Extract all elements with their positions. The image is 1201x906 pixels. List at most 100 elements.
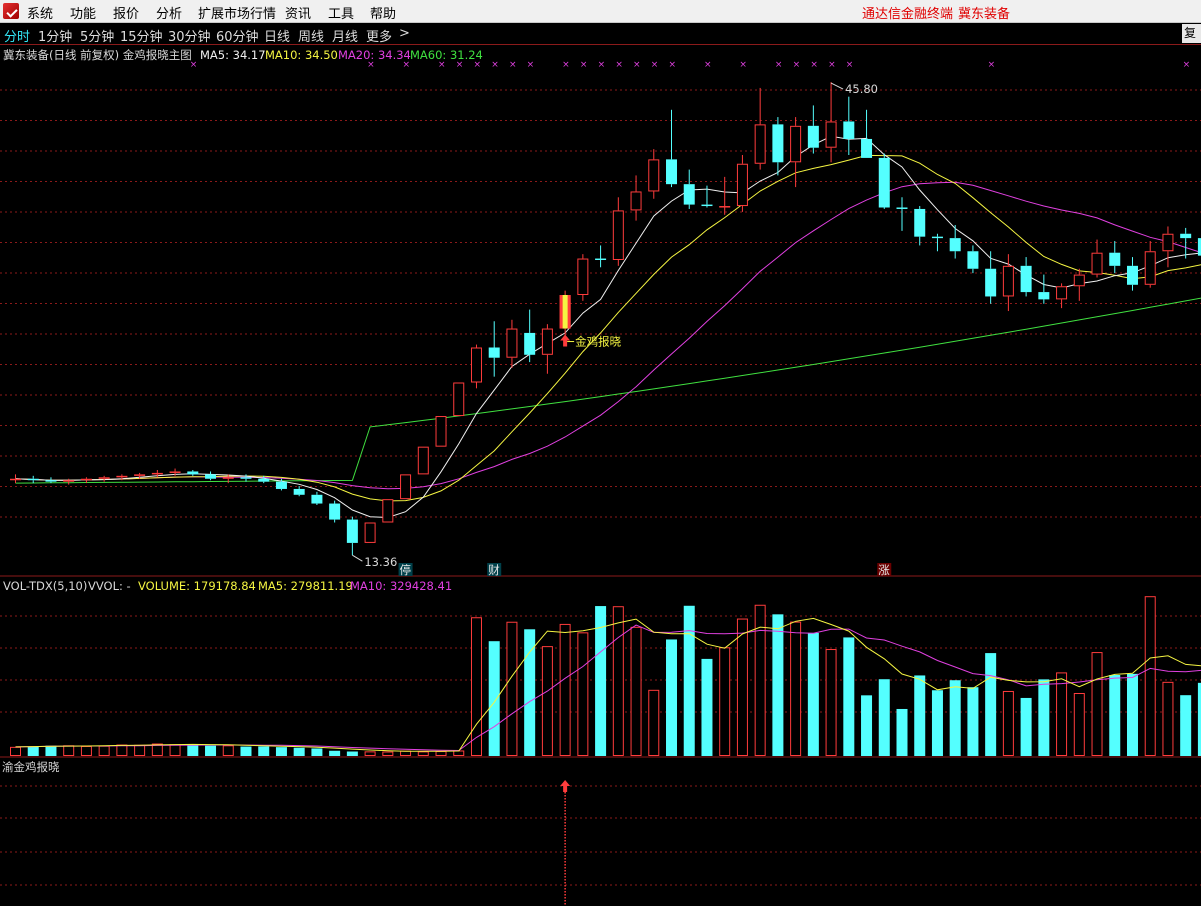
candlestick [417, 446, 429, 475]
volume-bar [488, 641, 500, 756]
period-tab-intraday[interactable]: 分时 [4, 26, 30, 45]
candle-body [116, 475, 128, 478]
candlestick [914, 206, 926, 246]
candle-body [843, 121, 855, 139]
candle-body [914, 208, 926, 237]
main-legend: 冀东装备(日线 前复权) 金鸡报晓主图 MA5: 34.17 MA10: 34.… [3, 48, 483, 62]
cross-marker: × [367, 60, 375, 70]
cross-marker: × [775, 60, 783, 70]
candle-body [329, 503, 341, 520]
period-tab-60min[interactable]: 60分钟 [216, 26, 259, 45]
volume-bar [293, 747, 305, 756]
candlestick [683, 169, 695, 209]
candle-body [683, 184, 695, 205]
menu-news[interactable]: 资讯 [285, 3, 311, 22]
volume-bar [790, 621, 802, 756]
candle-body [1091, 252, 1103, 275]
candlestick [1126, 257, 1138, 291]
candle-body [346, 519, 358, 543]
volume-bar [222, 745, 234, 757]
volume-bar [382, 751, 394, 757]
candle-body [577, 258, 589, 296]
candlestick [595, 245, 607, 268]
candle-body [293, 488, 305, 495]
signal-label: 金鸡报晓 [575, 335, 621, 349]
menu-help[interactable]: 帮助 [370, 3, 396, 22]
candle-body [435, 416, 447, 447]
candlestick [772, 117, 784, 176]
low-price-label: 13.36 [364, 555, 397, 569]
chevron-right-icon[interactable]: > [399, 26, 410, 41]
candle-body [985, 268, 997, 297]
volume-bar [346, 751, 358, 756]
volume-bar [1162, 681, 1174, 756]
candlestick [63, 478, 75, 485]
ma5-legend: MA5: 34.17 [200, 48, 266, 62]
cross-marker: × [615, 60, 623, 70]
period-tab-more[interactable]: 更多 [366, 26, 392, 45]
volume-bar [541, 646, 553, 756]
menu-analysis[interactable]: 分析 [156, 3, 182, 22]
menu-system[interactable]: 系统 [27, 3, 53, 22]
period-tab-monthly[interactable]: 月线 [332, 26, 358, 45]
candle-body [807, 125, 819, 148]
candle-body [98, 477, 110, 479]
candlesticks [10, 82, 1201, 556]
cross-marker: × [403, 60, 411, 70]
candle-body [861, 138, 873, 158]
menu-quote[interactable]: 报价 [113, 3, 139, 22]
menu-tools[interactable]: 工具 [328, 3, 354, 22]
sub-legend: 渝金鸡报晓 [2, 760, 60, 774]
vol-ma10-legend: MA10: 329428.41 [350, 579, 452, 593]
volume-bar [45, 745, 57, 756]
main-title: 冀东装备(日线 前复权) 金鸡报晓主图 [3, 48, 192, 62]
high-annotation: 45.80 [830, 82, 878, 96]
candle-body [258, 478, 270, 482]
kline-chart[interactable]: 冀东装备(日线 前复权) 金鸡报晓主图 MA5: 34.17 MA10: 34.… [0, 45, 1201, 906]
candle-body [453, 382, 465, 417]
stock-name-link[interactable]: 冀东装备 [958, 3, 1010, 22]
candle-body [967, 251, 979, 269]
menu-function[interactable]: 功能 [70, 3, 96, 22]
volume-bar [524, 629, 536, 756]
candlestick [488, 321, 500, 377]
app-logo-icon [3, 3, 19, 19]
candle-body [612, 210, 624, 261]
volume-bar [648, 689, 660, 757]
menu-extended-market[interactable]: 扩展市场行情 [198, 3, 276, 22]
cross-marker: × [438, 60, 446, 70]
candlestick [1073, 268, 1085, 301]
terminal-link[interactable]: 通达信金融终端 [862, 3, 953, 22]
period-tab-15min[interactable]: 15分钟 [120, 26, 163, 45]
cross-marker: × [527, 60, 535, 70]
cross-marker: × [580, 60, 588, 70]
candlestick [630, 175, 642, 221]
event-marker: 涨 [877, 563, 892, 577]
restore-rights-button[interactable]: 复权 [1182, 24, 1201, 43]
cross-marker: × [846, 60, 854, 70]
period-tab-daily[interactable]: 日线 [264, 26, 290, 45]
candle-body [666, 159, 678, 185]
candlestick [825, 82, 837, 163]
period-tab-5min[interactable]: 5分钟 [80, 26, 114, 45]
volume-bar [116, 744, 128, 756]
period-tab-30min[interactable]: 30分钟 [168, 26, 211, 45]
candlestick [843, 96, 855, 155]
volume-bar [134, 744, 146, 757]
candlestick [878, 153, 890, 209]
candle-body [595, 258, 607, 260]
event-markers[interactable]: 停财涨 [398, 563, 892, 577]
candle-body [1162, 233, 1174, 252]
period-tab-weekly[interactable]: 周线 [298, 26, 324, 45]
candle-body [541, 328, 553, 355]
volume-bar [1056, 672, 1068, 756]
candlestick [10, 474, 21, 484]
candle-body [10, 478, 21, 481]
candle-body [134, 474, 146, 476]
candlestick [187, 470, 199, 476]
candlestick [1038, 274, 1050, 304]
volume-bar [967, 687, 979, 756]
volume-bar [736, 618, 748, 756]
period-tab-1min[interactable]: 1分钟 [38, 26, 72, 45]
candle-body [1020, 265, 1032, 293]
